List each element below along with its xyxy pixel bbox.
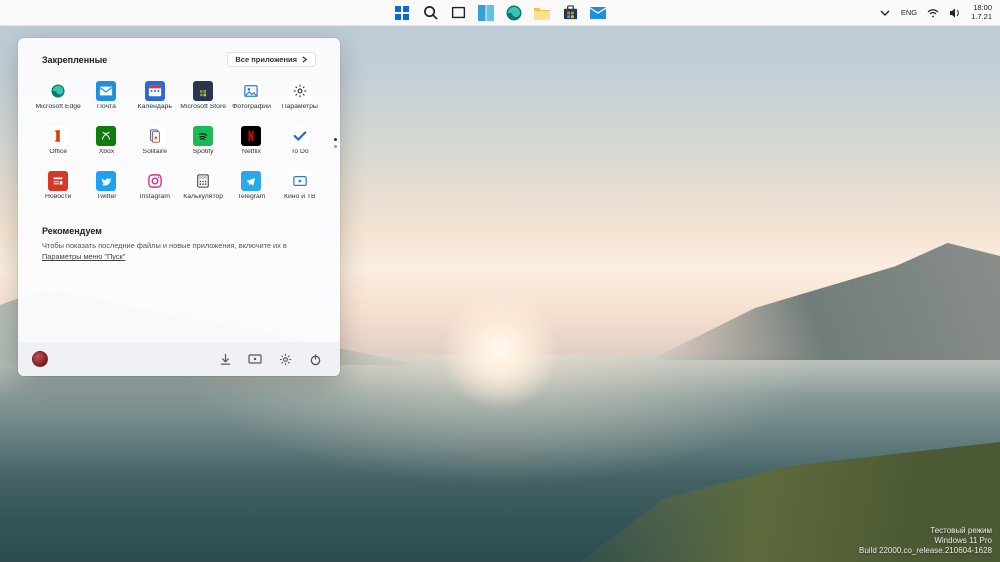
recommended-settings-link[interactable]: Параметры меню "Пуск" [42, 252, 125, 261]
app-label: Twitter [96, 194, 116, 201]
app-tile-xbox[interactable]: Xbox [82, 122, 130, 167]
office-icon [48, 126, 68, 146]
start-menu: Закрепленные Все приложения Microsoft Ed… [18, 38, 340, 376]
photos-icon [241, 81, 261, 101]
app-label: Новости [45, 194, 71, 201]
calculator-icon [193, 171, 213, 191]
app-label: Instagram [140, 194, 170, 201]
watermark-line1: Тестовый режим [859, 526, 992, 536]
app-tile-settings[interactable]: Параметры [276, 77, 324, 122]
recommended-text: Чтобы показать последние файлы и новые п… [18, 240, 340, 262]
app-label: Параметры [282, 104, 318, 111]
widgets-icon[interactable] [477, 4, 495, 22]
app-tile-calendar[interactable]: Календарь [131, 77, 179, 122]
app-label: Календарь [138, 104, 172, 111]
calendar-icon [145, 81, 165, 101]
settings-icon [290, 81, 310, 101]
app-tile-solitaire[interactable]: ♠ Solitaire [131, 122, 179, 167]
app-label: Office [49, 149, 67, 156]
app-tile-store[interactable]: Microsoft Store [179, 77, 227, 122]
pager-dots[interactable] [334, 138, 337, 148]
xbox-icon [96, 126, 116, 146]
app-tile-news[interactable]: Новости [34, 167, 82, 212]
chevron-right-icon [301, 56, 308, 63]
store-icon [193, 81, 213, 101]
app-tile-mail[interactable]: Почта [82, 77, 130, 122]
wifi-icon[interactable] [927, 7, 939, 19]
telegram-icon [241, 171, 261, 191]
taskbar-center [393, 4, 607, 22]
app-tile-calculator[interactable]: Калькулятор [179, 167, 227, 212]
app-label: Microsoft Edge [35, 104, 80, 111]
mail-icon[interactable] [589, 4, 607, 22]
tray-chevron-icon[interactable] [879, 7, 891, 19]
wallpaper-mountain-right [650, 230, 1000, 360]
app-label: Почта [97, 104, 116, 111]
app-tile-telegram[interactable]: Telegram [227, 167, 275, 212]
pinned-header: Закрепленные Все приложения [18, 38, 340, 73]
start-icon[interactable] [393, 4, 411, 22]
edge-icon [48, 81, 68, 101]
power-icon[interactable] [304, 348, 326, 370]
video-icon [290, 171, 310, 191]
tray-language[interactable]: ENG [901, 8, 917, 17]
search-icon[interactable] [421, 4, 439, 22]
taskbar: ENG 18:00 1.7.21 [0, 0, 1000, 26]
explorer-icon[interactable] [533, 4, 551, 22]
netflix-icon [241, 126, 261, 146]
app-label: Фотографии [232, 104, 271, 111]
pinned-label: Закрепленные [42, 55, 107, 65]
app-tile-photos[interactable]: Фотографии [227, 77, 275, 122]
all-apps-button[interactable]: Все приложения [227, 52, 316, 67]
solitaire-icon: ♠ [145, 126, 165, 146]
tray-date: 1.7.21 [971, 13, 992, 21]
todo-icon [290, 126, 310, 146]
taskview-icon[interactable] [449, 4, 467, 22]
settings-icon[interactable] [274, 348, 296, 370]
app-label: Telegram [238, 194, 266, 201]
app-tile-twitter[interactable]: Twitter [82, 167, 130, 212]
tray-clock[interactable]: 18:00 1.7.21 [971, 4, 992, 21]
app-label: Калькулятор [183, 194, 223, 201]
cast-icon[interactable] [244, 348, 266, 370]
app-label: Кино и ТВ [284, 194, 316, 201]
sound-icon[interactable] [949, 7, 961, 19]
store-icon[interactable] [561, 4, 579, 22]
user-avatar[interactable] [32, 351, 48, 367]
downloads-icon[interactable] [214, 348, 236, 370]
app-label: Microsoft Store [180, 104, 226, 111]
wallpaper-sun [440, 290, 560, 410]
app-label: To Do [291, 149, 309, 156]
start-menu-footer [18, 342, 340, 376]
app-tile-instagram[interactable]: Instagram [131, 167, 179, 212]
recommended-label: Рекомендуем [18, 212, 340, 240]
desktop-watermark: Тестовый режим Windows 11 Pro Build 2200… [859, 526, 992, 556]
twitter-icon [96, 171, 116, 191]
app-tile-office[interactable]: Office [34, 122, 82, 167]
edge-icon[interactable] [505, 4, 523, 22]
app-label: Spotify [193, 149, 214, 156]
app-label: Solitaire [143, 149, 168, 156]
pinned-grid: Microsoft Edge Почта Календарь Microsoft St… [18, 73, 340, 212]
app-tile-video[interactable]: Кино и ТВ [276, 167, 324, 212]
all-apps-label: Все приложения [235, 55, 297, 64]
watermark-line2: Windows 11 Pro [859, 536, 992, 546]
app-tile-edge[interactable]: Microsoft Edge [34, 77, 82, 122]
news-icon [48, 171, 68, 191]
app-label: Xbox [99, 149, 115, 156]
app-label: Netflix [242, 149, 261, 156]
watermark-line3: Build 22000.co_release.210604-1628 [859, 546, 992, 556]
instagram-icon [145, 171, 165, 191]
system-tray: ENG 18:00 1.7.21 [879, 4, 992, 21]
app-tile-netflix[interactable]: Netflix [227, 122, 275, 167]
app-tile-todo[interactable]: To Do [276, 122, 324, 167]
mail-icon [96, 81, 116, 101]
spotify-icon [193, 126, 213, 146]
app-tile-spotify[interactable]: Spotify [179, 122, 227, 167]
